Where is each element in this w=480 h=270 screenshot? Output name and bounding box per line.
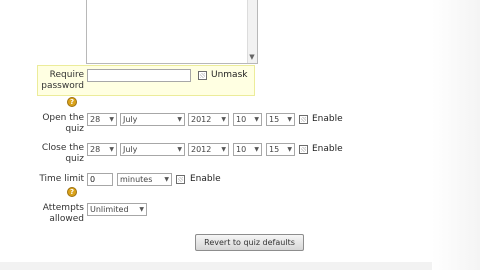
- attempts-select[interactable]: Unlimited ▼: [87, 203, 147, 216]
- description-textarea[interactable]: ▼: [86, 0, 258, 64]
- open-month-select[interactable]: July ▼: [120, 113, 185, 126]
- page-bottom-edge: [0, 262, 432, 270]
- attempts-value: Unlimited: [90, 205, 129, 214]
- scroll-down-icon[interactable]: ▼: [248, 53, 256, 61]
- open-hour-value: 10: [236, 115, 247, 124]
- chevron-down-icon: ▼: [139, 206, 144, 213]
- chevron-down-icon: ▼: [177, 116, 182, 123]
- close-year-select[interactable]: 2012 ▼: [188, 143, 229, 156]
- open-enable-checkbox[interactable]: [299, 115, 308, 124]
- close-month-select[interactable]: July ▼: [120, 143, 185, 156]
- close-quiz-label-line2: quiz: [65, 154, 84, 164]
- open-day-select[interactable]: 28 ▼: [87, 113, 117, 126]
- chevron-down-icon: ▼: [221, 146, 226, 153]
- chevron-down-icon: ▼: [221, 116, 226, 123]
- quiz-settings-form: ▼ Require password ? Unmask Open the qui…: [0, 0, 480, 270]
- close-minute-value: 15: [269, 145, 280, 154]
- open-minute-select[interactable]: 15 ▼: [266, 113, 295, 126]
- open-minute-value: 15: [269, 115, 280, 124]
- password-label-line1: Require: [49, 70, 84, 80]
- close-enable-checkbox[interactable]: [299, 145, 308, 154]
- open-year-value: 2012: [191, 115, 212, 124]
- close-month-value: July: [123, 145, 138, 154]
- chevron-down-icon: ▼: [254, 116, 259, 123]
- close-hour-value: 10: [236, 145, 247, 154]
- close-minute-select[interactable]: 15 ▼: [266, 143, 295, 156]
- textarea-scrollbar[interactable]: ▼: [247, 0, 257, 63]
- time-limit-enable-label: Enable: [190, 174, 221, 184]
- open-quiz-label-line2: quiz: [65, 124, 84, 134]
- close-day-select[interactable]: 28 ▼: [87, 143, 117, 156]
- open-year-select[interactable]: 2012 ▼: [188, 113, 229, 126]
- open-enable-label: Enable: [312, 114, 343, 124]
- page-margin: [432, 0, 480, 270]
- chevron-down-icon: ▼: [287, 146, 292, 153]
- chevron-down-icon: ▼: [177, 146, 182, 153]
- open-day-value: 28: [90, 115, 101, 124]
- revert-to-defaults-button[interactable]: Revert to quiz defaults: [195, 234, 304, 251]
- open-month-value: July: [123, 115, 138, 124]
- help-icon[interactable]: ?: [67, 187, 77, 197]
- close-quiz-label: Close the quiz: [36, 143, 84, 165]
- unmask-checkbox[interactable]: [198, 71, 207, 80]
- chevron-down-icon: ▼: [109, 146, 114, 153]
- time-limit-input[interactable]: 0: [87, 173, 113, 186]
- time-unit-select[interactable]: minutes ▼: [117, 173, 172, 186]
- chevron-down-icon: ▼: [164, 176, 169, 183]
- attempts-label-line2: allowed: [49, 214, 84, 224]
- close-year-value: 2012: [191, 145, 212, 154]
- close-hour-select[interactable]: 10 ▼: [233, 143, 262, 156]
- open-hour-select[interactable]: 10 ▼: [233, 113, 262, 126]
- password-label: Require password: [38, 70, 84, 92]
- time-unit-value: minutes: [120, 175, 153, 184]
- time-limit-label: Time limit: [39, 174, 84, 184]
- chevron-down-icon: ▼: [109, 116, 114, 123]
- time-limit-enable-checkbox[interactable]: [176, 175, 185, 184]
- help-icon[interactable]: ?: [67, 97, 77, 107]
- attempts-label: Attempts allowed: [30, 203, 84, 225]
- chevron-down-icon: ▼: [254, 146, 259, 153]
- close-enable-label: Enable: [312, 144, 343, 154]
- chevron-down-icon: ▼: [287, 116, 292, 123]
- password-label-line2: password: [41, 81, 84, 91]
- close-day-value: 28: [90, 145, 101, 154]
- attempts-label-line1: Attempts: [42, 203, 84, 213]
- close-quiz-label-line1: Close the: [41, 143, 84, 153]
- password-input[interactable]: [87, 69, 191, 82]
- unmask-label: Unmask: [211, 70, 248, 80]
- open-quiz-label-line1: Open the: [42, 113, 84, 123]
- open-quiz-label: Open the quiz: [36, 113, 84, 135]
